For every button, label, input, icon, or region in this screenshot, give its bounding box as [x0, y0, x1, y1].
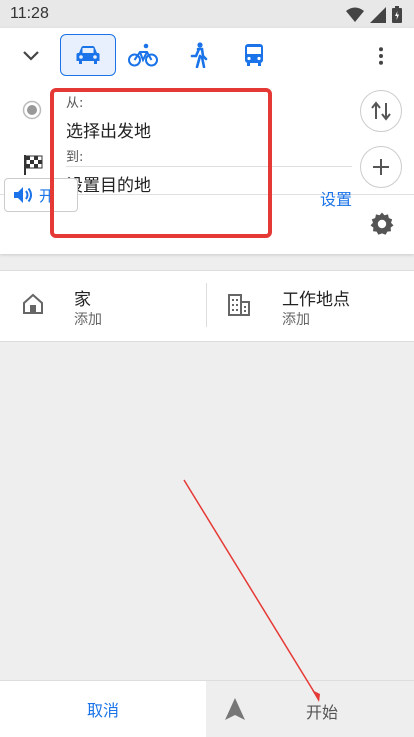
- saved-places: 家 添加 工作地点 添加: [0, 270, 414, 342]
- place-home-title: 家: [74, 290, 91, 310]
- status-time: 11:28: [10, 5, 49, 22]
- travel-mode-bar: [0, 28, 414, 84]
- battery-icon: [392, 6, 402, 23]
- origin-dot-icon: [22, 100, 42, 120]
- start-label: 开始: [306, 703, 339, 722]
- mode-transit-button[interactable]: [238, 36, 270, 74]
- chevron-down-icon: [23, 51, 39, 61]
- bottom-action-bar: 取消 开始: [0, 680, 414, 737]
- signal-icon: [370, 6, 386, 23]
- origin-value: 选择出发地: [66, 122, 151, 142]
- place-home-subtitle: 添加: [74, 312, 102, 328]
- mode-walking-button[interactable]: [184, 36, 214, 74]
- bicycle-icon: [128, 43, 158, 67]
- route-settings-link[interactable]: 设置: [320, 186, 352, 210]
- building-icon: [228, 294, 250, 316]
- place-work[interactable]: 工作地点 添加: [207, 271, 414, 341]
- wifi-icon: [346, 7, 364, 22]
- origin-field[interactable]: 从: 选择出发地: [66, 92, 352, 142]
- bus-icon: [245, 44, 263, 66]
- navigation-arrow-icon: [225, 698, 245, 720]
- collapse-button[interactable]: [16, 42, 46, 70]
- place-work-title: 工作地点: [282, 290, 350, 310]
- directions-panel: 从: 选择出发地 到: 设置目的地: [0, 28, 414, 254]
- volume-icon: [14, 187, 32, 203]
- destination-value: 设置目的地: [66, 176, 151, 196]
- walking-icon: [190, 42, 208, 68]
- more-vert-icon: [379, 47, 383, 65]
- start-button[interactable]: 开始: [206, 681, 414, 737]
- destination-flag-icon: [24, 155, 43, 175]
- place-home[interactable]: 家 添加: [0, 271, 206, 341]
- car-icon: [76, 46, 100, 64]
- mode-cycling-button[interactable]: [124, 36, 162, 74]
- home-icon: [23, 293, 43, 314]
- destination-field[interactable]: 到: 设置目的地: [66, 146, 352, 196]
- voice-guidance-label: 开: [39, 186, 55, 205]
- status-icons: [346, 6, 402, 23]
- add-stop-button[interactable]: [360, 146, 402, 188]
- origin-label: 从:: [66, 96, 84, 111]
- settings-button[interactable]: [366, 208, 398, 240]
- more-options-button[interactable]: [366, 40, 396, 72]
- swap-button[interactable]: [360, 90, 402, 132]
- voice-guidance-button[interactable]: 开: [4, 178, 78, 212]
- swap-vertical-icon: [371, 101, 391, 121]
- status-bar: 11:28: [0, 0, 414, 28]
- gear-icon: [370, 212, 394, 235]
- plus-icon: [373, 159, 389, 175]
- destination-label: 到:: [66, 150, 84, 165]
- cancel-button[interactable]: 取消: [0, 681, 206, 737]
- mode-driving-button[interactable]: [60, 34, 116, 76]
- place-work-subtitle: 添加: [282, 312, 310, 328]
